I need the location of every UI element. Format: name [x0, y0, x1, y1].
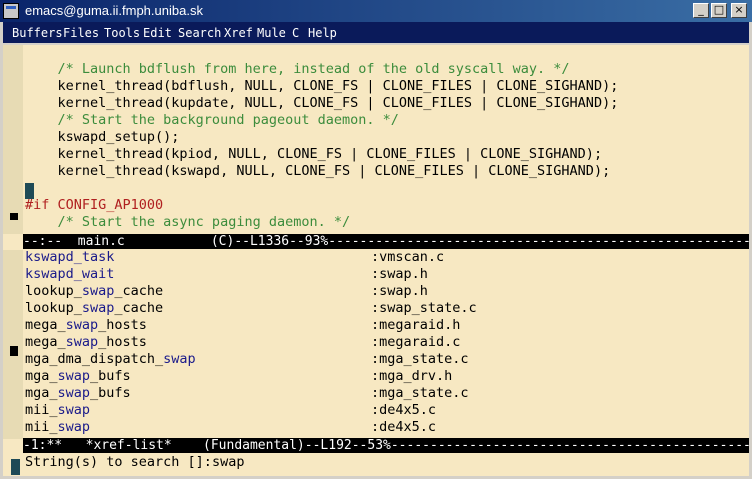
- list-item[interactable]: mga_swap_bufs :mga_state.c: [25, 385, 469, 402]
- menu-xref[interactable]: Xref: [224, 22, 253, 45]
- search-match: swap: [57, 368, 91, 384]
- maximize-button[interactable]: □: [711, 3, 727, 18]
- title-bar: emacs@guma.ii.fmph.uniba.sk _ □ ×: [0, 0, 752, 22]
- list-item[interactable]: mega_swap_hosts :megaraid.h: [25, 317, 460, 334]
- xref-scrollbar[interactable]: [3, 250, 23, 439]
- search-match: swap: [33, 249, 66, 265]
- menu-files[interactable]: Files: [63, 22, 99, 45]
- search-match: swap: [81, 283, 115, 299]
- minibuffer[interactable]: String(s) to search []:swap: [25, 454, 244, 471]
- menu-tools[interactable]: Tools: [104, 22, 140, 45]
- mode-line-xref[interactable]: -1:** *xref-list* (Fundamental)--L192--5…: [23, 438, 749, 453]
- xref-file: :swap_state.c: [371, 300, 477, 316]
- list-item[interactable]: mega_swap_hosts :megaraid.c: [25, 334, 460, 351]
- search-match: swap: [81, 300, 115, 316]
- xref-file: :megaraid.c: [371, 334, 461, 350]
- xref-symbol[interactable]: kswapd_task: [25, 249, 114, 265]
- menu-buffers[interactable]: Buffers: [12, 22, 63, 45]
- list-item[interactable]: mii_swap :de4x5.c: [25, 419, 436, 436]
- window-title: emacs@guma.ii.fmph.uniba.sk: [25, 3, 203, 18]
- xref-file: :mga_state.c: [371, 351, 469, 367]
- list-item[interactable]: kswapd_wait :swap.h: [25, 266, 428, 283]
- xref-symbol[interactable]: mga_swap_bufs: [25, 385, 131, 401]
- top-scrollbar-thumb[interactable]: [10, 213, 18, 220]
- xref-symbol[interactable]: mii_swap: [25, 402, 90, 418]
- close-button[interactable]: ×: [731, 3, 747, 18]
- app-icon[interactable]: [3, 3, 19, 19]
- emacs-frame: /* Launch bdflush from here, instead of …: [3, 45, 749, 476]
- xref-symbol[interactable]: mega_swap_hosts: [25, 317, 147, 333]
- xref-file: :swap.h: [371, 266, 428, 282]
- code-line: kernel_thread(bdflush, NULL, CLONE_FS | …: [25, 78, 619, 94]
- search-match: swap: [65, 334, 99, 350]
- search-match: swap: [65, 317, 99, 333]
- xref-scrollbar-thumb[interactable]: [10, 346, 18, 356]
- list-item[interactable]: mga_dma_dispatch_swap :mga_state.c: [25, 351, 469, 368]
- code-line: #if CONFIG_AP1000: [25, 197, 164, 213]
- code-line: kswapd_setup();: [25, 129, 180, 145]
- xref-symbol[interactable]: mga_swap_bufs: [25, 368, 131, 384]
- menu-edit[interactable]: Edit: [143, 22, 172, 45]
- code-line: kernel_thread(kupdate, NULL, CLONE_FS | …: [25, 95, 619, 111]
- list-item[interactable]: mga_swap_bufs :mga_drv.h: [25, 368, 452, 385]
- menu-bar: Buffers Files Tools Edit Search Xref Mul…: [3, 22, 749, 45]
- list-item[interactable]: kswapd_task :vmscan.c: [25, 249, 444, 266]
- code-line: /* Start the async paging daemon. */: [25, 214, 351, 230]
- xref-file: :mga_state.c: [371, 385, 469, 401]
- code-line: kernel_thread(kpiod, NULL, CLONE_FS | CL…: [25, 146, 603, 162]
- minimize-button[interactable]: _: [693, 3, 709, 18]
- xref-symbol[interactable]: kswapd_wait: [25, 266, 114, 282]
- code-line: /* Start the background pageout daemon. …: [25, 112, 399, 128]
- xref-symbol[interactable]: lookup_swap_cache: [25, 300, 163, 316]
- xref-file: :mga_drv.h: [371, 368, 453, 384]
- list-item[interactable]: lookup_swap_cache :swap_state.c: [25, 300, 477, 317]
- menu-mule[interactable]: Mule: [257, 22, 286, 45]
- menu-help[interactable]: Help: [308, 22, 337, 45]
- xref-file: :de4x5.c: [371, 402, 437, 418]
- xref-symbol[interactable]: lookup_swap_cache: [25, 283, 163, 299]
- minibuffer-prompt: String(s) to search []:: [25, 454, 212, 470]
- xref-symbol[interactable]: mega_swap_hosts: [25, 334, 147, 350]
- code-line: /* Launch bdflush from here, instead of …: [25, 61, 570, 77]
- minibuffer-input[interactable]: swap: [212, 454, 245, 470]
- xref-symbol[interactable]: mga_dma_dispatch_swap: [25, 351, 196, 367]
- minibuffer-cursor: [11, 459, 20, 475]
- list-item[interactable]: lookup_swap_cache :swap.h: [25, 283, 428, 300]
- search-match: swap: [163, 351, 196, 367]
- search-match: swap: [57, 385, 91, 401]
- list-item[interactable]: mii_swap :de4x5.c: [25, 402, 436, 419]
- xref-symbol[interactable]: mii_swap: [25, 419, 90, 435]
- xref-file: :swap.h: [371, 283, 428, 299]
- search-match: swap: [57, 402, 91, 418]
- xref-file: :megaraid.h: [371, 317, 461, 333]
- menu-search[interactable]: Search: [178, 22, 221, 45]
- menu-c[interactable]: C: [292, 22, 299, 45]
- search-match: swap: [57, 419, 91, 435]
- code-line: kernel_thread(kswapd, NULL, CLONE_FS | C…: [25, 163, 611, 179]
- xref-file: :vmscan.c: [371, 249, 445, 265]
- top-scrollbar[interactable]: [3, 45, 23, 234]
- search-match: swap: [33, 266, 66, 282]
- mode-line-main[interactable]: --:-- main.c (C)--L1336--93%------------…: [23, 234, 749, 249]
- xref-file: :de4x5.c: [371, 419, 437, 435]
